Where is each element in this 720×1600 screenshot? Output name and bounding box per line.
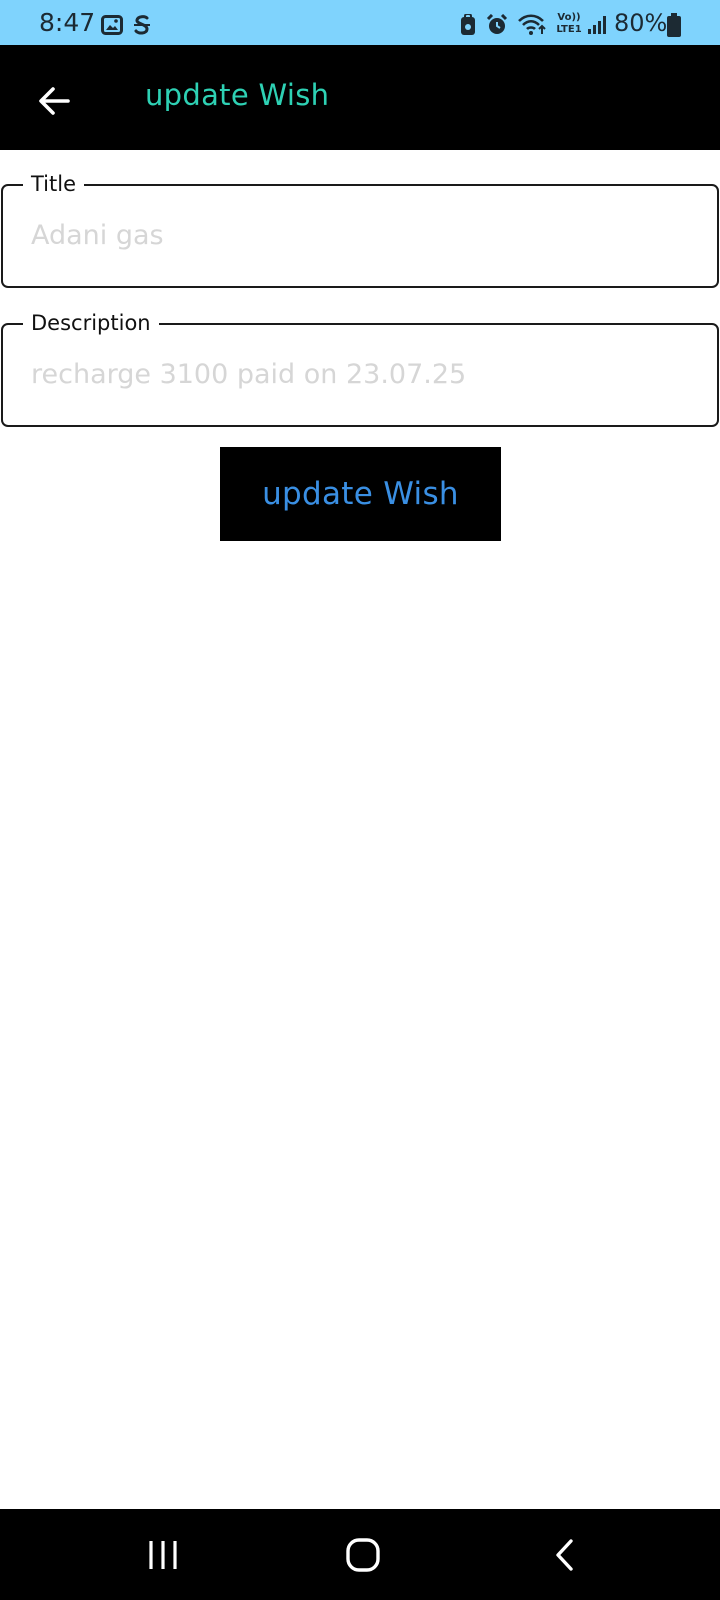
- description-field-value: recharge 3100 paid on 23.07.25: [31, 359, 467, 390]
- wifi-icon: [518, 14, 546, 35]
- status-time: 8:47: [39, 8, 96, 37]
- home-icon: [346, 1538, 380, 1572]
- alarm-icon: [486, 14, 508, 34]
- back-icon: [556, 1539, 573, 1571]
- title-field-value: Adani gas: [31, 220, 164, 251]
- description-field-label: Description: [23, 309, 159, 337]
- home-button[interactable]: [328, 1527, 398, 1583]
- signal-icon: [588, 16, 606, 34]
- image-icon: [101, 15, 123, 35]
- update-wish-button-label: update Wish: [262, 476, 459, 512]
- title-field-label: Title: [23, 170, 85, 198]
- lock-phone-icon: [461, 14, 475, 35]
- title-field[interactable]: Title Adani gas: [1, 170, 719, 288]
- sync-s-icon: [134, 15, 150, 35]
- page-title: update Wish: [145, 78, 330, 112]
- description-field[interactable]: Description recharge 3100 paid on 23.07.…: [1, 309, 719, 427]
- update-wish-button[interactable]: update Wish: [220, 447, 501, 541]
- update-wish-screen: 8:47 Vo)) LTE1 80% update Wish Title Ada…: [0, 0, 720, 1600]
- battery-icon: [667, 13, 681, 37]
- recent-apps-button[interactable]: [128, 1527, 198, 1583]
- status-bar: 8:47 Vo)) LTE1 80%: [0, 0, 720, 45]
- app-bar: update Wish: [0, 45, 720, 150]
- volte-icon: Vo)) LTE1: [556, 12, 582, 35]
- back-button[interactable]: [26, 73, 82, 129]
- arrow-left-icon: [39, 87, 70, 115]
- battery-percent: 80%: [614, 9, 668, 37]
- nav-back-button[interactable]: [530, 1527, 600, 1583]
- system-nav-bar: [0, 1509, 720, 1600]
- recent-apps-icon: [149, 1541, 177, 1569]
